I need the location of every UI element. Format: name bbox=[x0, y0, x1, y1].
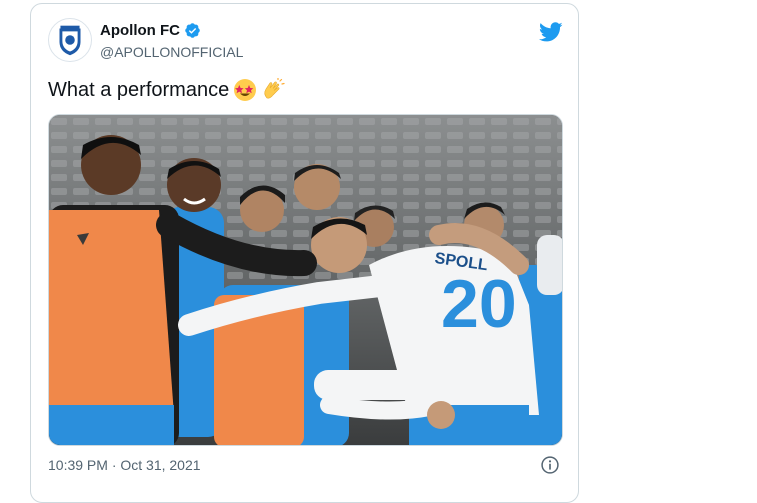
team-celebration-photo: 20 SPOLL bbox=[49, 115, 562, 445]
club-crest-logo bbox=[49, 19, 91, 61]
twitter-bird-icon[interactable] bbox=[539, 20, 563, 44]
info-icon[interactable] bbox=[540, 455, 560, 475]
tweet-card[interactable]: Apollon FC @APOLLONOFFICIAL What a perfo… bbox=[30, 3, 579, 503]
tweet-photo[interactable]: 20 SPOLL bbox=[48, 114, 563, 446]
star-struck-emoji bbox=[234, 79, 257, 101]
clapping-hands-emoji bbox=[264, 78, 285, 99]
jersey-number: 20 bbox=[441, 266, 517, 342]
tweet-text: What a performance bbox=[48, 78, 285, 102]
author-name-row[interactable]: Apollon FC bbox=[100, 22, 201, 39]
avatar[interactable] bbox=[48, 18, 92, 62]
user-handle[interactable]: @APOLLONOFFICIAL bbox=[100, 44, 243, 60]
tweet-text-content: What a performance bbox=[48, 78, 230, 101]
tweet-timestamp[interactable]: 10:39 PM · Oct 31, 2021 bbox=[48, 457, 201, 473]
verified-badge-icon bbox=[185, 23, 200, 38]
display-name[interactable]: Apollon FC bbox=[100, 22, 180, 39]
